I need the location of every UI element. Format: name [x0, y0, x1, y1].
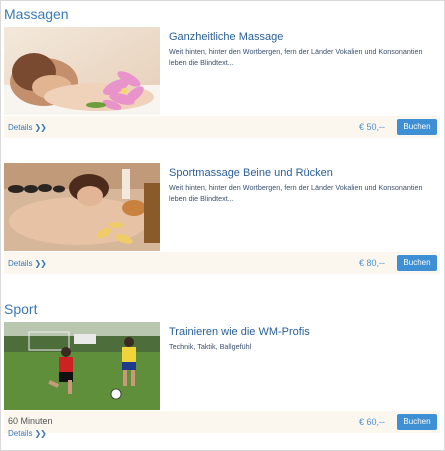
offer-card-wm-profis: Trainieren wie die WM-Profis Technik, Ta…: [4, 322, 440, 442]
details-label: Details: [8, 259, 33, 268]
offer-description: Technik, Taktik, Ballgefühl: [169, 342, 252, 351]
book-button[interactable]: Buchen: [397, 414, 437, 430]
offer-description: Weit hinten, hinter den Wortbergen, fern…: [169, 47, 423, 67]
hot-stone-massage-photo[interactable]: [4, 163, 160, 251]
section-title-sport: Sport: [4, 301, 38, 317]
offer-description: Weit hinten, hinter den Wortbergen, fern…: [169, 183, 423, 203]
book-button[interactable]: Buchen: [397, 119, 437, 135]
details-link[interactable]: Details ❯❯: [8, 123, 47, 132]
football-training-photo[interactable]: [4, 322, 160, 410]
offer-title: Trainieren wie die WM-Profis: [169, 326, 310, 338]
offer-footer-bar: Details ❯❯ € 50,-- Buchen: [4, 116, 440, 138]
section-title-massagen: Massagen: [4, 6, 69, 22]
double-chevron-right-icon: ❯❯: [34, 429, 46, 438]
details-label: Details: [8, 123, 33, 132]
offer-title: Ganzheitliche Massage: [169, 31, 284, 43]
offer-card-sportmassage: Sportmassage Beine und Rücken Weit hinte…: [4, 163, 440, 275]
offer-title: Sportmassage Beine und Rücken: [169, 167, 333, 179]
offer-duration: 60 Minuten: [8, 416, 53, 426]
massage-photo[interactable]: [4, 27, 160, 115]
details-link[interactable]: Details ❯❯: [8, 259, 47, 268]
book-button[interactable]: Buchen: [397, 255, 437, 271]
offer-card-ganzheitliche-massage: Ganzheitliche Massage Weit hinten, hinte…: [4, 27, 440, 139]
offer-price: € 80,--: [359, 258, 386, 268]
offer-footer-bar: 60 Minuten € 60,-- Buchen: [4, 411, 440, 433]
offer-price: € 50,--: [359, 122, 386, 132]
double-chevron-right-icon: ❯❯: [34, 123, 46, 132]
double-chevron-right-icon: ❯❯: [34, 259, 46, 268]
details-label: Details: [8, 429, 33, 438]
details-link[interactable]: Details ❯❯: [8, 429, 47, 438]
offer-price: € 60,--: [359, 417, 386, 427]
offer-footer-bar: Details ❯❯ € 80,-- Buchen: [4, 252, 440, 274]
